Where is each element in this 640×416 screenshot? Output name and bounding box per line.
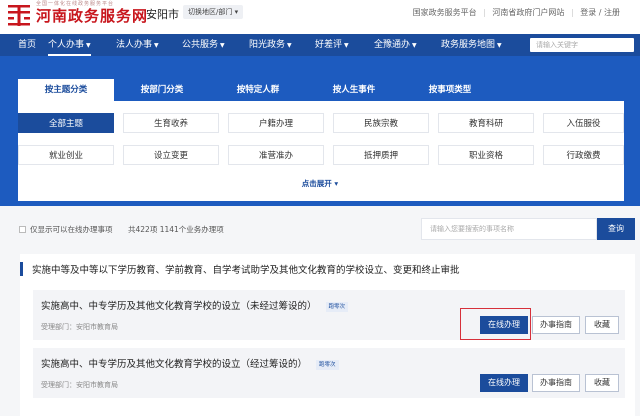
item-title-text: 实施高中、中专学历及其他文化教育学校的设立（未经过筹设的） [41, 301, 317, 312]
caret-down-icon: ▼ [86, 42, 91, 49]
main-nav: 首页 个人办事 ▼ 法人办事 ▼ 公共服务 ▼ 阳光政务 ▼ 好差评 ▼ 全豫通办 ▼ 政务… [0, 34, 640, 56]
item-department: 受理部门：安阳市教育局 [41, 381, 118, 389]
category-chip[interactable]: 职业资格 [438, 145, 534, 165]
nav-item-public-service[interactable]: 公共服务 ▼ [182, 34, 225, 56]
item-department: 受理部门：安阳市教育局 [41, 323, 118, 331]
link-national-platform[interactable]: 国家政务服务平台 [413, 8, 477, 17]
login-register-link[interactable]: 登录 / 注册 [580, 8, 620, 17]
category-chip[interactable]: 生育收养 [123, 113, 219, 133]
item-title-text: 实施高中、中专学历及其他文化教育学校的设立（经过筹设的） [41, 359, 308, 370]
category-tabs: 按主题分类 按部门分类 按特定人群 按人生事件 按事项类型 [18, 79, 624, 101]
group-title[interactable]: 实施中等及中等以下学历教育、学前教育、自学考试助学及其他文化教育的学校设立、变更… [32, 262, 460, 276]
tab-by-theme[interactable]: 按主题分类 [18, 79, 114, 101]
list-item: 实施高中、中专学历及其他文化教育学校的设立（经过筹设的） 跑零次 受理部门：安阳… [33, 348, 625, 398]
zero-visit-badge: 跑零次 [316, 360, 339, 370]
category-chip[interactable]: 就业创业 [18, 145, 114, 165]
group-title-marker [20, 262, 23, 276]
nav-item-rating[interactable]: 好差评 ▼ [315, 34, 349, 56]
item-title[interactable]: 实施高中、中专学历及其他文化教育学校的设立（未经过筹设的） 跑零次 [41, 298, 349, 312]
expand-label: 点击展开 [301, 179, 332, 188]
caret-down-icon: ▼ [497, 42, 502, 49]
nav-label: 好差评 [315, 40, 343, 50]
nav-label: 法人办事 [116, 40, 153, 50]
caret-down-icon: ▼ [220, 42, 225, 49]
item-title[interactable]: 实施高中、中专学历及其他文化教育学校的设立（经过筹设的） 跑零次 [41, 356, 339, 370]
nav-item-province-wide[interactable]: 全豫通办 ▼ [374, 34, 417, 56]
category-chip[interactable]: 设立变更 [123, 145, 219, 165]
tab-by-life-event[interactable]: 按人生事件 [306, 79, 402, 101]
caret-down-icon: ▼ [344, 42, 349, 49]
site-header: 全国一体化在线政务服务平台 河南政务服务网 安阳市 切换地区/部门 ▾ 国家政务… [0, 0, 640, 34]
search-button[interactable]: 查询 [597, 218, 635, 240]
caret-down-icon: ▾ [234, 8, 239, 16]
highlight-box [460, 308, 531, 340]
tab-by-department[interactable]: 按部门分类 [114, 79, 210, 101]
nav-label: 公共服务 [182, 40, 219, 50]
henan-emblem-icon[interactable] [6, 2, 32, 28]
expand-categories-button[interactable]: 点击展开 ▾ [0, 178, 640, 189]
category-chip[interactable]: 抵押质押 [333, 145, 429, 165]
nav-item-legal-person[interactable]: 法人办事 ▼ [116, 34, 159, 56]
category-all[interactable]: 全部主题 [18, 113, 114, 133]
logo-title[interactable]: 河南政务服务网 [36, 5, 148, 26]
apply-online-button[interactable]: 在线办理 [480, 374, 528, 392]
online-only-label[interactable]: 仅显示可以在线办理事项 [30, 224, 113, 235]
nav-label: 个人办事 [48, 40, 85, 50]
link-divider: | [570, 8, 574, 17]
category-chip[interactable]: 准营准办 [228, 145, 324, 165]
nav-item-service-map[interactable]: 政务服务地图 ▼ [441, 34, 502, 56]
nav-item-open-government[interactable]: 阳光政务 ▼ [249, 34, 292, 56]
link-provincial-portal[interactable]: 河南省政府门户网站 [492, 8, 564, 17]
result-count: 共422项 1141个业务办理项 [128, 225, 224, 234]
category-chip[interactable]: 行政缴费 [543, 145, 624, 165]
chevron-down-icon: ▾ [334, 179, 339, 188]
link-divider: | [483, 8, 486, 17]
favorite-button[interactable]: 收藏 [585, 316, 619, 334]
nav-label: 政务服务地图 [441, 40, 496, 50]
nav-item-home[interactable]: 首页 [18, 34, 36, 56]
item-list: 实施中等及中等以下学历教育、学前教育、自学考试助学及其他文化教育的学校设立、变更… [20, 254, 635, 416]
guide-button[interactable]: 办事指南 [532, 374, 580, 392]
list-item: 实施高中、中专学历及其他文化教育学校的设立（未经过筹设的） 跑零次 受理部门：安… [33, 290, 625, 340]
nav-label: 首页 [18, 40, 37, 50]
top-links: 国家政务服务平台 | 河南省政府门户网站 | 登录 / 注册 [413, 7, 620, 18]
online-only-checkbox[interactable] [19, 226, 26, 233]
zero-visit-badge: 跑零次 [325, 302, 349, 312]
switch-region-button[interactable]: 切换地区/部门 ▾ [183, 5, 244, 19]
category-chip[interactable]: 入伍服役 [543, 113, 624, 133]
category-chip[interactable]: 民族宗教 [333, 113, 429, 133]
caret-down-icon: ▼ [412, 42, 417, 49]
category-chip[interactable]: 教育科研 [438, 113, 534, 133]
current-city: 安阳市 [146, 8, 179, 21]
caret-down-icon: ▼ [287, 42, 292, 49]
caret-down-icon: ▼ [154, 42, 159, 49]
switch-region-label: 切换地区/部门 [188, 8, 233, 16]
item-search-input[interactable]: 请输入您要搜索的事项名称 [421, 218, 597, 240]
tab-by-group[interactable]: 按特定人群 [210, 79, 306, 101]
nav-label: 阳光政务 [249, 40, 286, 50]
nav-item-personal[interactable]: 个人办事 ▼ [48, 34, 91, 56]
guide-button[interactable]: 办事指南 [532, 316, 580, 334]
tab-by-item-type[interactable]: 按事项类型 [402, 79, 498, 101]
category-chip[interactable]: 户籍办理 [228, 113, 324, 133]
nav-label: 全豫通办 [374, 40, 411, 50]
favorite-button[interactable]: 收藏 [585, 374, 619, 392]
nav-search-input[interactable]: 请输入关键字 [530, 38, 634, 52]
